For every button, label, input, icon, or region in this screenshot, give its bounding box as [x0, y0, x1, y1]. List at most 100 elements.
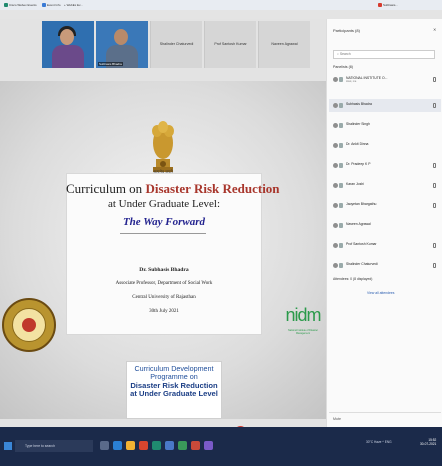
participant-tile[interactable]: Naveen Agrawal: [258, 21, 310, 68]
video-status-icon: [339, 123, 343, 128]
search-icon: ⌕: [337, 52, 339, 56]
edge-icon[interactable]: [113, 441, 122, 450]
meeting-area: Subhasis Bhadra Shalinder Chaturvedi Pro…: [0, 19, 326, 446]
browser-titlebar: Cisco Webex Events Event Info + WebEx Ev…: [0, 0, 442, 10]
nidm-logo-text: nidm: [285, 305, 321, 325]
browser-tab[interactable]: Event Info: [42, 1, 61, 9]
programme-box: Curriculum Development Programme on Disa…: [126, 361, 222, 419]
participant-role: Host, me: [346, 80, 357, 83]
tab-label: Event Info: [47, 3, 61, 7]
avatar: [333, 103, 338, 108]
slide-subtitle: The Way Forward: [122, 216, 206, 228]
mute-all-field[interactable]: Mute: [333, 417, 341, 421]
logo-core: [22, 318, 36, 332]
close-icon[interactable]: ✕: [433, 27, 436, 32]
participant-search-input[interactable]: ⌕ Search: [333, 50, 435, 59]
menu-bar: FileEditShareViewAudio & VideoParticipan…: [0, 10, 442, 24]
video-status-icon: [339, 143, 343, 148]
title-highlight: Disaster Risk Reduction: [145, 181, 280, 196]
taskbar-search-input[interactable]: Type here to search: [15, 440, 93, 452]
video-status-icon: [339, 183, 343, 188]
university-logo: [2, 298, 56, 352]
mic-icon[interactable]: [433, 243, 436, 248]
self-view-label: Subhasis Bhadra: [98, 62, 123, 66]
participant-tile[interactable]: Prof Santosh Kumar: [204, 21, 256, 68]
participant-row[interactable]: Shalinder Chaturvedi: [329, 259, 441, 272]
panelists-header[interactable]: Panelists (8): [333, 65, 353, 69]
participant-row[interactable]: Jaoyetan Bhargathu: [329, 199, 441, 212]
powerpoint-icon[interactable]: [191, 441, 200, 450]
video-status-icon: [339, 203, 343, 208]
nidm-caption: National Institute of Disaster Managemen…: [288, 329, 318, 335]
windows-start-icon[interactable]: [4, 442, 12, 450]
browser-tab[interactable]: + WebEx Ev...: [64, 1, 83, 9]
speaker-name: Dr. Subhasis Bhadra: [139, 267, 189, 273]
logo-ring: [12, 308, 46, 342]
account-menu[interactable]: Subhasis...: [378, 1, 398, 9]
divider: [120, 233, 206, 234]
participant-row[interactable]: Subhasis Bhadra: [329, 99, 441, 112]
avatar: [333, 77, 338, 82]
self-video-feed[interactable]: Subhasis Bhadra: [96, 21, 148, 68]
clock-date: 30-07-2021: [420, 442, 437, 446]
mic-icon[interactable]: [433, 263, 436, 268]
speaker-designation: Associate Professor, Department of Socia…: [115, 281, 213, 286]
national-emblem-icon: [152, 121, 174, 172]
participant-name: Karan Joshi: [346, 182, 364, 186]
participant-name: Naveen Agrawal: [346, 222, 371, 226]
participant-name: Dr. Pradeep K P: [346, 162, 371, 166]
participant-row[interactable]: NATIONAL INSTITUTE O... Host, me: [329, 73, 441, 86]
participant-name: Subhasis Bhadra: [346, 102, 372, 106]
attendees-header[interactable]: Attendees: 0 (8 displayed): [333, 277, 372, 281]
system-tray[interactable]: 30°C Haze ^ ENG: [366, 440, 392, 444]
avatar: [333, 183, 338, 188]
video-status-icon: [339, 223, 343, 228]
chrome-icon[interactable]: [139, 441, 148, 450]
participant-name: Shalinder Singh: [346, 122, 370, 126]
mic-icon[interactable]: [433, 103, 436, 108]
excel-icon[interactable]: [178, 441, 187, 450]
video-status-icon: [339, 77, 343, 82]
clock[interactable]: 15:52 30-07-2021: [420, 438, 436, 446]
video-status-icon: [339, 243, 343, 248]
participant-tile[interactable]: Shalinder Chaturvedi: [150, 21, 202, 68]
tile-name: Prof Santosh Kumar: [214, 42, 247, 46]
mic-icon[interactable]: [433, 203, 436, 208]
webex-icon[interactable]: [152, 441, 161, 450]
programme-line: at Under Graduate Level: [130, 389, 218, 399]
slide-title: Curriculum on Disaster Risk Reduction: [66, 181, 280, 197]
person-face: [114, 29, 128, 45]
participant-name: Dr. Ankit Dinna: [346, 142, 369, 146]
participant-row[interactable]: Shalinder Singh: [329, 119, 441, 132]
tab-label: Cisco Webex Events: [9, 3, 37, 7]
mic-icon[interactable]: [433, 183, 436, 188]
participant-name: NATIONAL INSTITUTE O...: [346, 76, 388, 80]
file-explorer-icon[interactable]: [126, 441, 135, 450]
participant-row[interactable]: Dr. Ankit Dinna: [329, 139, 441, 152]
title-prefix: Curriculum on: [66, 181, 143, 196]
participant-row[interactable]: Dr. Pradeep K P: [329, 159, 441, 172]
mic-icon[interactable]: [433, 77, 436, 82]
avatar: [333, 243, 338, 248]
avatar: [333, 203, 338, 208]
tab-label: + WebEx Ev...: [64, 3, 83, 7]
view-all-attendees-link[interactable]: View all attendees: [367, 291, 394, 295]
talk-date: 30th July 2021: [149, 309, 179, 314]
app-icon[interactable]: [204, 441, 213, 450]
windows-taskbar: Type here to search 30°C Haze ^ ENG 15:5…: [0, 427, 442, 466]
browser-tab[interactable]: Cisco Webex Events: [4, 1, 37, 9]
word-icon[interactable]: [165, 441, 174, 450]
video-status-icon: [339, 103, 343, 108]
avatar: [333, 263, 338, 268]
video-status-icon: [339, 263, 343, 268]
task-view-icon[interactable]: [100, 441, 109, 450]
participant-row[interactable]: Naveen Agrawal: [329, 219, 441, 232]
mic-icon[interactable]: [433, 163, 436, 168]
tile-name: Naveen Agrawal: [271, 42, 298, 46]
video-status-icon: [339, 163, 343, 168]
participant-row[interactable]: Prof Santosh Kumar: [329, 239, 441, 252]
video-feed[interactable]: [42, 21, 94, 68]
participant-row[interactable]: Karan Joshi: [329, 179, 441, 192]
account-icon: [378, 3, 382, 8]
avatar: [333, 123, 338, 128]
